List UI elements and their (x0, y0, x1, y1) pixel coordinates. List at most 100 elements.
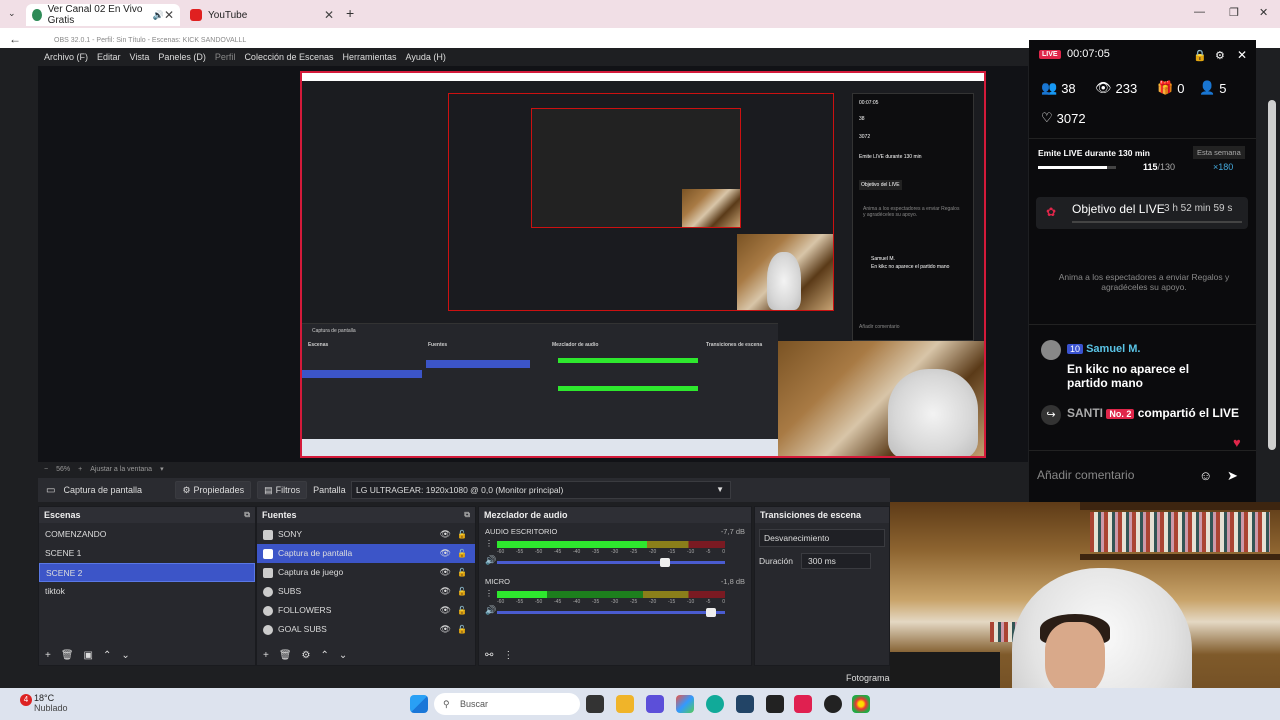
speaker-icon[interactable]: 🔊 (485, 605, 496, 616)
volume-fader[interactable] (497, 558, 725, 567)
weather-widget[interactable]: 4 18°C Nublado (10, 693, 68, 713)
restore-icon[interactable]: ❐ (1229, 6, 1239, 19)
taskbar-search[interactable]: ⚲ Buscar (434, 693, 580, 715)
new-tab-button[interactable]: + (346, 5, 354, 21)
chrome-icon[interactable] (852, 695, 870, 713)
menu-herramientas[interactable]: Herramientas (343, 52, 397, 62)
scene-item-selected[interactable]: SCENE 2 (39, 563, 255, 582)
source-item[interactable]: SONY 👁 🔓 (257, 525, 475, 544)
tab-list-chevron-icon[interactable]: ⌄ (8, 8, 16, 19)
obs-icon[interactable] (824, 695, 842, 713)
menu-editar[interactable]: Editar (97, 52, 121, 62)
speaker-icon[interactable]: 🔊 (485, 555, 496, 566)
lock-icon[interactable]: 🔓 (457, 620, 467, 639)
eye-icon[interactable]: 👁 (440, 563, 451, 582)
close-tab-icon[interactable]: ✕ (164, 8, 174, 22)
source-item-selected[interactable]: Captura de pantalla 👁 🔓 (257, 544, 475, 563)
page-scrollbar[interactable] (1268, 100, 1276, 450)
minimize-icon[interactable]: — (1194, 6, 1205, 18)
transition-select[interactable]: Desvanecimiento (759, 529, 885, 547)
lock-icon[interactable]: 🔓 (457, 544, 467, 563)
menu-paneles[interactable]: Paneles (D) (158, 52, 206, 62)
fit-window-label[interactable]: Ajustar a la ventana (90, 466, 152, 473)
menu-ayuda[interactable]: Ayuda (H) (406, 52, 446, 62)
task-view-icon[interactable] (586, 695, 604, 713)
add-scene-icon[interactable]: + (45, 650, 51, 661)
tab-ver-canal[interactable]: Ver Canal 02 En Vivo Gratis 🔊 ✕ (26, 4, 180, 26)
move-up-icon[interactable]: ⌃ (103, 650, 111, 661)
gear-icon[interactable]: ⚙ (302, 650, 311, 661)
fit-dropdown-icon[interactable]: ▾ (160, 465, 164, 473)
nested-meter-1 (558, 358, 698, 363)
emoji-icon[interactable]: ☺ (1199, 468, 1212, 483)
scene-item[interactable]: COMENZANDO (39, 525, 255, 544)
kebab-icon[interactable]: ⋮ (503, 650, 513, 661)
zoom-in-button[interactable]: + (78, 466, 82, 473)
volume-fader[interactable] (497, 608, 725, 617)
lock-icon[interactable]: 🔒 (1193, 49, 1207, 62)
comment-input[interactable]: Añadir comentario (1037, 462, 1217, 488)
copilot-icon[interactable] (676, 695, 694, 713)
scene-item[interactable]: tiktok (39, 582, 255, 601)
link-icon[interactable]: ⚯ (485, 650, 493, 661)
close-window-icon[interactable]: ✕ (1259, 6, 1268, 19)
menu-archivo[interactable]: Archivo (F) (44, 52, 88, 62)
dock-float-icon[interactable]: ⧉ (464, 507, 470, 523)
kebab-icon[interactable]: ⋮ (485, 539, 493, 548)
back-button[interactable]: ← (9, 32, 21, 46)
properties-button[interactable]: ⚙ Propiedades (175, 481, 252, 499)
teams-icon[interactable] (646, 695, 664, 713)
capcut-icon[interactable] (766, 695, 784, 713)
eye-icon[interactable]: 👁 (440, 525, 451, 544)
filter-icon[interactable]: ▣ (84, 650, 93, 661)
edge-icon[interactable] (706, 695, 724, 713)
lock-icon[interactable]: 🔓 (457, 601, 467, 620)
move-down-icon[interactable]: ⌄ (121, 650, 129, 661)
kebab-icon[interactable]: ⋮ (485, 589, 493, 598)
scale-tick: -55 (516, 549, 524, 555)
monitor-icon (263, 548, 273, 559)
eye-icon[interactable]: 👁 (440, 544, 451, 563)
tiktok-icon[interactable] (794, 695, 812, 713)
close-tab-icon[interactable]: ✕ (324, 8, 334, 22)
eye-icon[interactable]: 👁 (440, 582, 451, 601)
trash-icon[interactable]: 🗑 (61, 650, 74, 661)
windows-start-icon[interactable] (410, 695, 428, 713)
fader-knob[interactable] (705, 608, 716, 617)
eye-icon[interactable]: 👁 (440, 601, 451, 620)
speaker-icon[interactable]: 🔊 (153, 10, 164, 21)
store-icon[interactable] (736, 695, 754, 713)
preview-screen-capture[interactable]: 00:07:05 38 3072 Emite LIVE durante 130 … (300, 71, 986, 458)
fader-knob[interactable] (660, 558, 671, 567)
lock-icon[interactable]: 🔓 (457, 563, 467, 582)
eye-icon: 👁 (1095, 80, 1112, 95)
add-source-icon[interactable]: + (263, 650, 269, 661)
scale-tick: -40 (573, 549, 581, 555)
close-icon[interactable]: ✕ (1237, 48, 1247, 62)
source-item[interactable]: SUBS 👁 🔓 (257, 582, 475, 601)
zoom-out-button[interactable]: − (44, 466, 48, 473)
scene-item[interactable]: SCENE 1 (39, 544, 255, 563)
folder-icon[interactable] (616, 695, 634, 713)
move-up-icon[interactable]: ⌃ (321, 650, 329, 661)
dock-float-icon[interactable]: ⧉ (244, 507, 250, 523)
lock-icon[interactable]: 🔓 (457, 525, 467, 544)
menu-vista[interactable]: Vista (130, 52, 150, 62)
send-icon[interactable]: ➤ (1227, 468, 1238, 484)
menu-perfil[interactable]: Perfil (215, 52, 236, 62)
trash-icon[interactable]: 🗑 (279, 650, 292, 661)
move-down-icon[interactable]: ⌄ (339, 650, 347, 661)
display-select[interactable]: LG ULTRAGEAR: 1920x1080 @ 0,0 (Monitor p… (351, 481, 731, 499)
eye-icon[interactable]: 👁 (440, 620, 451, 639)
source-item[interactable]: GOAL SUBS 👁 🔓 (257, 620, 475, 639)
source-item[interactable]: FOLLOWERS 👁 🔓 (257, 601, 475, 620)
filters-button[interactable]: ▤ Filtros (257, 481, 308, 499)
settings-icon[interactable]: ⚙ (1215, 49, 1225, 62)
duration-input[interactable]: 300 ms (801, 553, 872, 569)
source-item[interactable]: Captura de juego 👁 🔓 (257, 563, 475, 582)
stat-follows: 👤 5 (1199, 80, 1226, 96)
lock-icon[interactable]: 🔓 (457, 582, 467, 601)
live-goal[interactable]: ✿ Objetivo del LIVE 3 h 52 min 59 s (1036, 197, 1248, 229)
menu-coleccion[interactable]: Colección de Escenas (244, 52, 333, 62)
tab-youtube[interactable]: YouTube ✕ (184, 4, 340, 26)
